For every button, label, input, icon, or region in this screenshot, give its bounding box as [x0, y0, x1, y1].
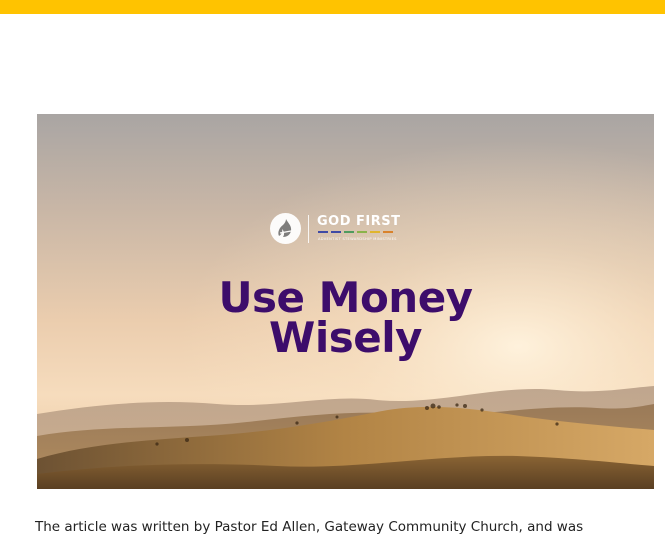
headline: Use Money Wisely: [37, 273, 654, 362]
logo-color-dashes: [318, 231, 393, 233]
logo-title: GOD FIRST: [317, 214, 401, 229]
adventist-flame-icon: [270, 213, 301, 244]
logo-dash: [357, 231, 367, 233]
logo-dash: [383, 231, 393, 233]
headline-line-1: Use Money: [218, 273, 473, 322]
article-intro-text: The article was written by Pastor Ed All…: [35, 519, 584, 535]
headline-line-2: Wisely: [269, 313, 422, 362]
logo-subtitle: ADVENTIST STEWARDSHIP MINISTRIES: [318, 237, 397, 241]
logo-dash: [331, 231, 341, 233]
logo-dash: [370, 231, 380, 233]
logo-dash: [344, 231, 354, 233]
hero-image: GOD FIRST ADVENTIST STEWARDSHIP MINISTRI…: [37, 114, 654, 489]
top-accent-bar: [0, 0, 665, 14]
logo-divider: [308, 215, 309, 243]
logo-dash: [318, 231, 328, 233]
